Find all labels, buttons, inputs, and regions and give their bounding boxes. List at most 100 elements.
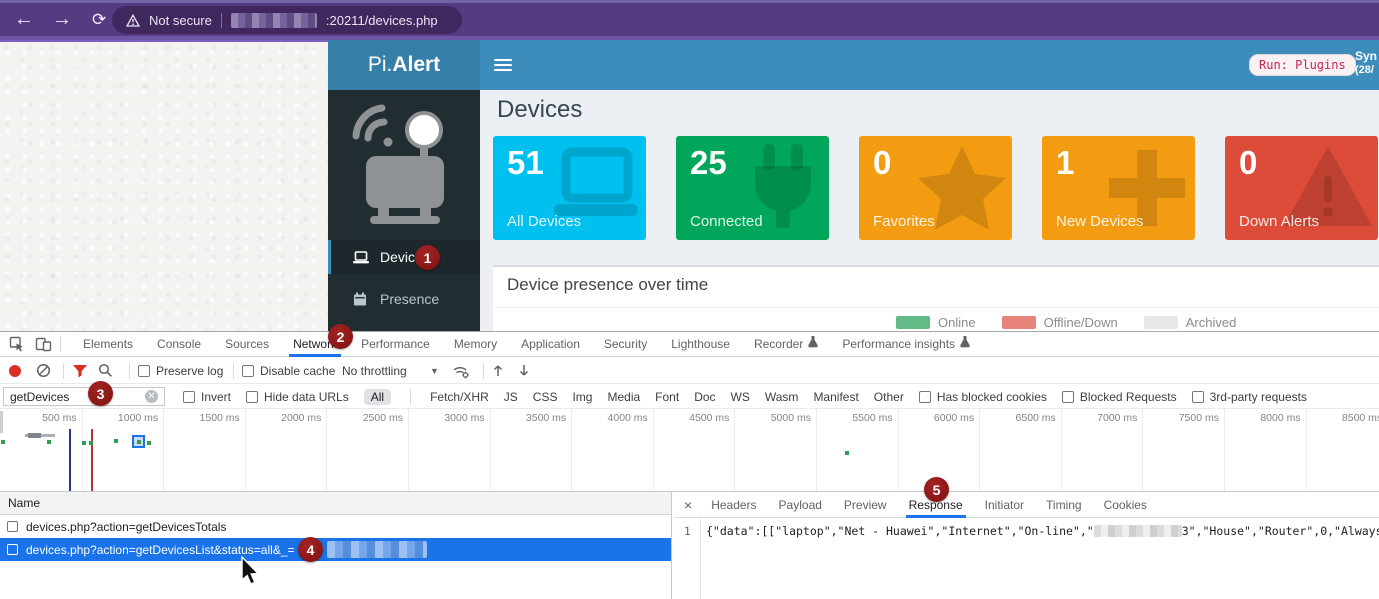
filter-checkbox-label: Has blocked cookies — [937, 390, 1047, 404]
stat-cards: 51All Devices 25Connected 0Favorites 1New D… — [493, 136, 1378, 240]
filter-type-media[interactable]: Media — [607, 390, 640, 404]
address-bar[interactable]: Not secure :20211/devices.php — [112, 6, 462, 34]
tab-sources[interactable]: Sources — [213, 332, 281, 357]
request-row[interactable]: devices.php?action=getDevicesList&status… — [0, 538, 671, 561]
timeline-tick-label: 7000 ms — [1065, 412, 1137, 424]
tab-label: Memory — [454, 332, 497, 356]
app-header: Pi.Alert Run: Plugins Syn (28/ — [328, 40, 1379, 90]
filter-type-all[interactable]: All — [364, 389, 391, 405]
request-checkbox[interactable] — [7, 521, 18, 532]
clear-icon[interactable] — [36, 357, 51, 384]
timeline-gridline — [1061, 409, 1062, 491]
stat-card-favorites[interactable]: 0Favorites — [859, 136, 1012, 240]
response-tab-cookies[interactable]: Cookies — [1093, 492, 1158, 518]
response-tab-label: Preview — [844, 493, 887, 517]
back-icon[interactable]: ← — [14, 7, 34, 31]
run-plugins-button[interactable]: Run: Plugins — [1249, 54, 1356, 76]
filter-type-fetch-xhr[interactable]: Fetch/XHR — [430, 390, 489, 404]
sidebar-item-devices[interactable]: Devices — [328, 240, 480, 274]
tab-recorder[interactable]: Recorder — [742, 332, 830, 357]
close-icon[interactable]: × — [674, 497, 700, 513]
sidebar-item-presence[interactable]: Presence — [328, 282, 480, 316]
network-overview-timeline[interactable]: 500 ms1000 ms1500 ms2000 ms2500 ms3000 m… — [0, 409, 1379, 492]
filter-blocked-requests-checkbox[interactable]: Blocked Requests — [1062, 390, 1177, 404]
tab-console[interactable]: Console — [145, 332, 213, 357]
throttling-dropdown[interactable]: No throttling — [342, 357, 407, 384]
timeline-tick-label: 8000 ms — [1229, 412, 1301, 424]
sidebar-menu: Devices Presence — [328, 240, 480, 324]
menu-toggle-icon[interactable] — [494, 59, 512, 74]
record-icon[interactable] — [8, 357, 22, 384]
inspect-element-icon[interactable] — [9, 336, 25, 352]
tab-lighthouse[interactable]: Lighthouse — [659, 332, 742, 357]
stat-card-new-devices[interactable]: 1New Devices — [1042, 136, 1195, 240]
redacted-host — [231, 13, 317, 28]
response-content[interactable]: 1 {"data":[["laptop","Net - Huawei","Int… — [674, 518, 1379, 599]
checkbox — [246, 391, 258, 403]
stat-card-all-devices[interactable]: 51All Devices — [493, 136, 646, 240]
filter-3rd-party-requests-checkbox[interactable]: 3rd-party requests — [1192, 390, 1307, 404]
waterfall-dot — [47, 440, 51, 444]
timeline-gridline — [571, 409, 572, 491]
tab-label: Sources — [225, 332, 269, 356]
app-logo[interactable]: Pi.Alert — [328, 40, 480, 90]
filter-type-manifest[interactable]: Manifest — [813, 390, 858, 404]
forward-icon[interactable]: → — [52, 7, 72, 31]
stat-card-connected[interactable]: 25Connected — [676, 136, 829, 240]
filter-input[interactable]: getDevices ✕ — [3, 387, 165, 406]
devtools-tab-bar: ElementsConsoleSourcesNetworkPerformance… — [0, 332, 1379, 357]
tab-security[interactable]: Security — [592, 332, 659, 357]
invert-checkbox[interactable]: Invert — [183, 390, 231, 404]
timeline-tick-label: 3000 ms — [413, 412, 485, 424]
waterfall-dot — [147, 441, 151, 445]
disable-cache-checkbox[interactable]: Disable cache — [242, 357, 335, 384]
checkbox — [919, 391, 931, 403]
response-tab-timing[interactable]: Timing — [1035, 492, 1093, 518]
filter-icon[interactable] — [72, 357, 88, 384]
request-name: devices.php?action=getDevicesTotals — [26, 520, 226, 534]
search-icon[interactable] — [98, 357, 113, 384]
tab-performance[interactable]: Performance — [349, 332, 442, 357]
response-tab-initiator[interactable]: Initiator — [974, 492, 1035, 518]
filter-type-js[interactable]: JS — [504, 390, 518, 404]
url-text: :20211/devices.php — [326, 13, 438, 28]
screen: ← → ⟳ Not secure :20211/devices.php Pi.A… — [0, 0, 1379, 599]
filter-type-font[interactable]: Font — [655, 390, 679, 404]
network-conditions-icon[interactable] — [452, 357, 470, 384]
tab-application[interactable]: Application — [509, 332, 592, 357]
timeline-tick-label: 3500 ms — [494, 412, 566, 424]
tab-memory[interactable]: Memory — [442, 332, 509, 357]
filter-type-doc[interactable]: Doc — [694, 390, 715, 404]
response-tab-payload[interactable]: Payload — [768, 492, 833, 518]
stat-value: 0 — [1239, 144, 1257, 182]
filter-type-other[interactable]: Other — [874, 390, 904, 404]
device-toolbar-icon[interactable] — [35, 336, 52, 352]
request-checkbox[interactable] — [7, 544, 18, 555]
requests-name-header[interactable]: Name — [0, 492, 671, 515]
hide-data-urls-checkbox[interactable]: Hide data URLs — [246, 390, 349, 404]
response-tab-preview[interactable]: Preview — [833, 492, 898, 518]
tab-performance-insights[interactable]: Performance insights — [830, 332, 982, 357]
export-har-icon[interactable] — [518, 357, 530, 384]
filter-has-blocked-cookies-checkbox[interactable]: Has blocked cookies — [919, 390, 1047, 404]
tab-elements[interactable]: Elements — [71, 332, 145, 357]
reload-icon[interactable]: ⟳ — [92, 8, 106, 32]
preserve-log-checkbox[interactable]: Preserve log — [138, 357, 223, 384]
timeline-tick-label: 6000 ms — [902, 412, 974, 424]
filter-type-wasm[interactable]: Wasm — [765, 390, 799, 404]
filter-type-img[interactable]: Img — [572, 390, 592, 404]
request-row[interactable]: devices.php?action=getDevicesTotals — [0, 515, 671, 538]
filter-type-ws[interactable]: WS — [731, 390, 750, 404]
timeline-tick-label: 4000 ms — [576, 412, 648, 424]
checkbox — [1192, 391, 1204, 403]
stat-label: All Devices — [507, 213, 581, 230]
response-tab-headers[interactable]: Headers — [700, 492, 767, 518]
filter-type-css[interactable]: CSS — [533, 390, 558, 404]
clear-filter-icon[interactable]: ✕ — [145, 390, 158, 403]
chevron-down-icon[interactable]: ▼ — [430, 357, 439, 384]
filter-checkbox-label: Blocked Requests — [1080, 390, 1177, 404]
stat-card-down-alerts[interactable]: 0Down Alerts — [1225, 136, 1378, 240]
waterfall-dot — [89, 441, 93, 445]
disable-cache-label: Disable cache — [260, 364, 335, 378]
import-har-icon[interactable] — [492, 357, 504, 384]
